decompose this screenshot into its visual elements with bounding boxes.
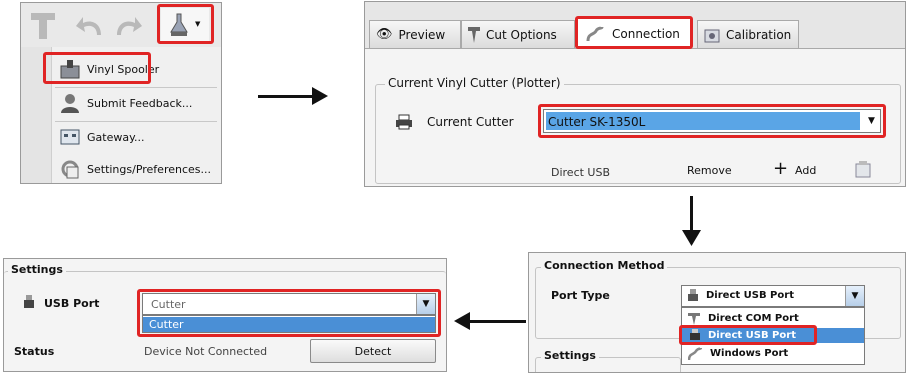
connection-method-panel: Connection Method Port Type Direct USB P… [528,252,906,373]
usb-port-select[interactable]: Cutter ▼ [142,293,436,315]
port-type-value: Direct USB Port [706,290,794,301]
vinyl-spooler-icon [60,60,80,79]
connection-icon [586,25,604,41]
menu-item-label: Settings/Preferences... [87,162,212,176]
flow-arrow-down [690,196,693,232]
tab-calibration[interactable]: Calibration [697,20,799,48]
usb-port-value: Cutter [151,298,186,311]
current-cutter-label: Current Cutter [427,115,514,129]
arrow-head-icon [682,230,701,246]
status-label: Status [14,345,55,358]
menu-item-vinyl-spooler[interactable]: Vinyl Spooler [55,55,221,83]
chevron-down-icon: ▼ [195,20,201,28]
usb-port-dropdown: Cutter [142,315,436,333]
eye-icon: 👁 [376,27,393,42]
group-title: Current Vinyl Cutter (Plotter) [385,76,564,90]
calibration-icon [704,29,720,42]
option-label: Direct COM Port [708,313,799,324]
com-port-icon [688,312,700,325]
option-windows-port[interactable]: Windows Port [682,346,864,361]
settings-icon [61,160,79,179]
vinyl-menu-button[interactable]: ▼ [161,8,209,42]
menu-separator [55,87,217,88]
device-icon[interactable] [855,160,871,178]
current-cutter-group [375,84,901,184]
option-label: Cutter [149,318,184,331]
menu-left-strip [21,47,52,183]
current-cutter-value: Cutter SK-1350L [548,115,646,129]
usb-settings-title: Settings [8,263,66,276]
menu-item-gateway[interactable]: Gateway... [55,123,221,151]
tab-label: Calibration [726,27,792,42]
usb-plug-icon [24,295,34,308]
tab-label: Connection [612,26,680,41]
menu-item-label: Vinyl Spooler [87,62,160,76]
vinyl-spooler-window: 👁 Preview Cut Options Connection Calibra… [364,1,906,187]
undo-icon[interactable] [75,13,105,39]
chevron-down-icon[interactable]: ▼ [863,110,880,132]
port-type-dropdown: Direct COM Port Direct USB Port Windows … [681,307,865,365]
menu-separator [55,121,217,122]
feedback-icon [61,94,79,113]
printer-icon [396,114,412,130]
usb-plug-icon [690,329,700,340]
tab-label: Cut Options [486,27,557,42]
windows-port-icon [688,346,702,360]
text-tool-icon[interactable] [29,11,57,41]
port-label: Direct USB [551,166,611,179]
chevron-down-icon[interactable]: ▼ [845,286,864,306]
option-label: Windows Port [710,348,789,359]
detect-button[interactable]: Detect [310,339,436,363]
settings-title: Settings [541,349,599,362]
port-type-select[interactable]: Direct USB Port ▼ [681,285,865,307]
usb-plug-icon [688,289,698,301]
vinyl-cutter-icon [170,13,188,36]
chevron-down-icon[interactable]: ▼ [416,294,435,314]
toolbar-menu-panel: ▼ Vinyl Spooler Submit Feedback... Gatew… [20,2,222,184]
connection-method-title: Connection Method [541,259,668,272]
option-direct-usb-port[interactable]: Direct USB Port [682,328,864,343]
tab-connection[interactable]: Connection [577,18,691,48]
arrow-head-icon [454,312,470,330]
add-button[interactable]: Add [795,164,816,177]
arrow-head-icon [312,87,328,105]
option-cutter[interactable]: Cutter [143,317,435,332]
menu-item-label: Submit Feedback... [87,96,193,110]
tab-preview[interactable]: 👁 Preview [369,20,461,48]
remove-button[interactable]: Remove [687,164,732,177]
status-value: Device Not Connected [144,345,268,358]
tab-cut-options[interactable]: Cut Options [461,20,575,48]
cut-icon [468,26,480,43]
current-cutter-selected: Cutter SK-1350L [546,112,860,130]
port-type-label: Port Type [551,289,610,302]
detect-button-label: Detect [354,344,392,358]
flow-arrow-left [468,320,526,323]
menu-item-submit-feedback[interactable]: Submit Feedback... [55,89,221,117]
option-direct-com-port[interactable]: Direct COM Port [682,311,864,326]
tab-label: Preview [398,27,446,42]
flow-arrow-right [258,95,316,98]
usb-settings-panel: Settings USB Port Cutter ▼ Cutter Status… [3,258,447,372]
usb-port-label: USB Port [44,297,100,310]
redo-icon[interactable] [113,13,143,39]
option-label: Direct USB Port [708,330,796,341]
plus-icon: + [773,158,789,179]
current-cutter-select[interactable]: Cutter SK-1350L ▼ [543,109,881,133]
gateway-icon [60,129,80,145]
menu-item-label: Gateway... [87,130,145,144]
menu-item-settings-preferences[interactable]: Settings/Preferences... [55,155,221,183]
